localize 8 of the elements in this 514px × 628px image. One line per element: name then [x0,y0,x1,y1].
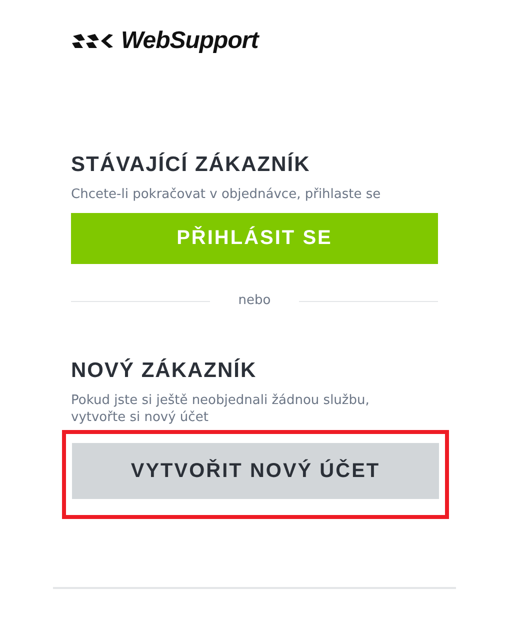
logo-text: WebSupport [121,27,258,55]
description-text: Chcete-li pokračovat v objednávce, přihlaste se [71,186,382,203]
description-text: Pokud jste si ještě neobjednali žádnou službu, vytvořte si nový účet [71,392,370,426]
section-heading: STÁVAJÍCÍ ZÁKAZNÍK [71,152,312,178]
logo-icon [71,32,115,50]
section-heading: NOVÝ ZÁKAZNÍK [71,358,258,384]
create-account-button[interactable]: VYTVOŘIT NOVÝ ÚČET [72,443,439,499]
divider-text: nebo [237,292,272,310]
